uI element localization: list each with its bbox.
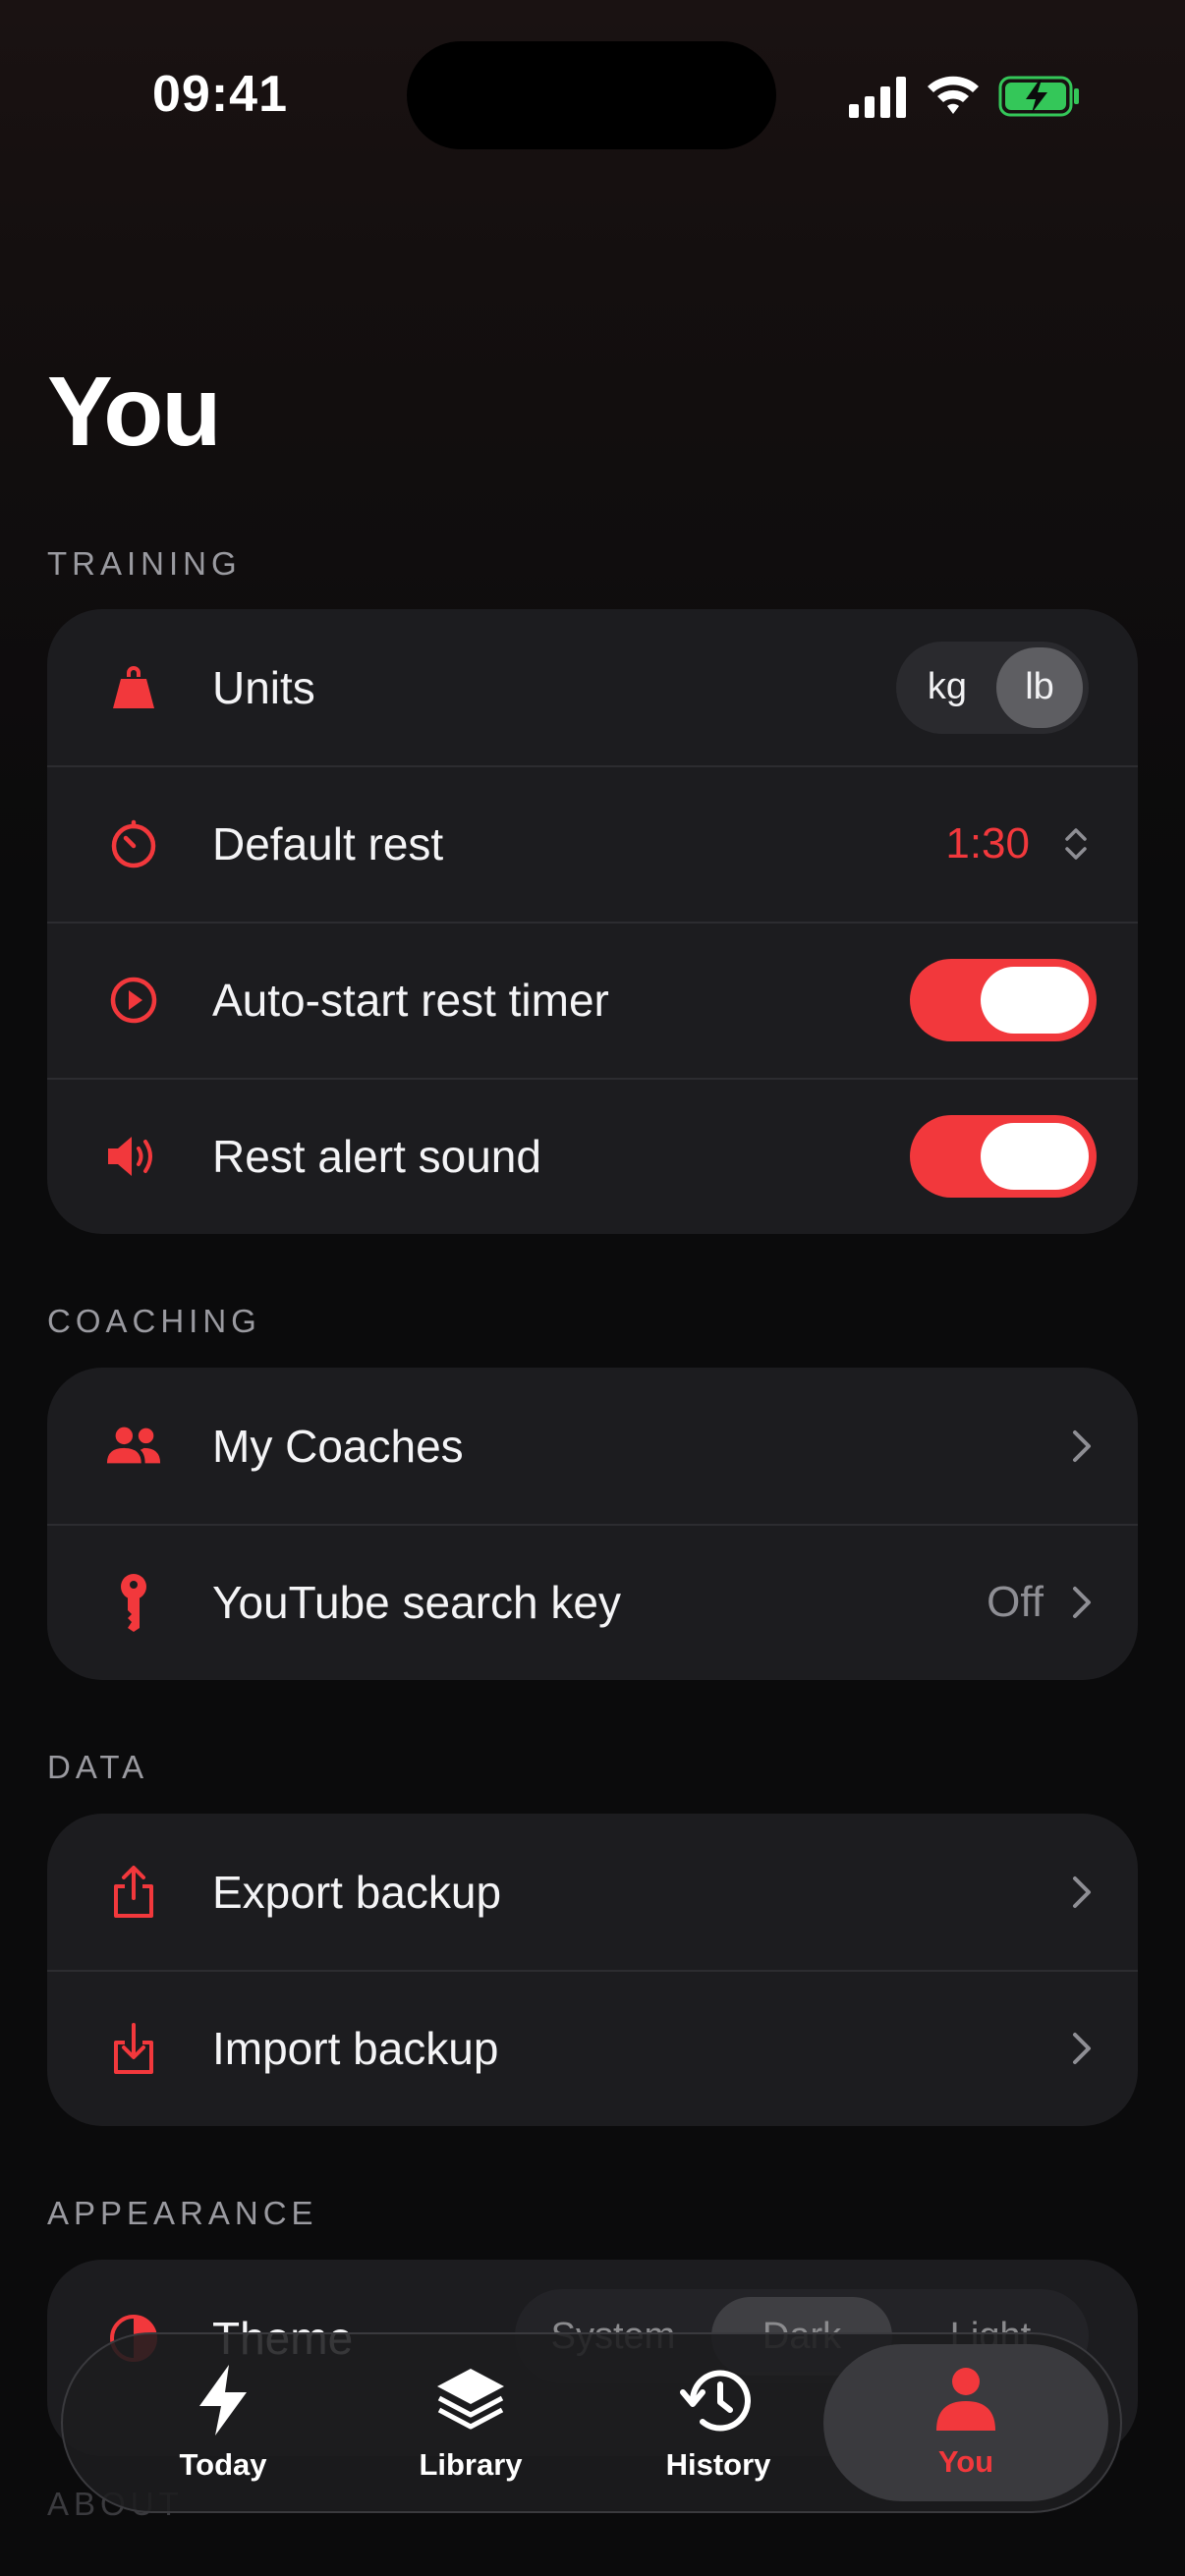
coaching-card: My Coaches YouTube search key Off (47, 1368, 1138, 1680)
youtube-key-row[interactable]: YouTube search key Off (47, 1524, 1138, 1680)
tab-bar: Today Library History You (61, 2332, 1122, 2513)
bolt-icon (199, 2365, 247, 2436)
default-rest-value[interactable]: 1:30 (945, 819, 1030, 868)
section-label-data: DATA (47, 1749, 149, 1785)
data-card: Export backup Import backup (47, 1814, 1138, 2126)
my-coaches-row[interactable]: My Coaches (47, 1368, 1138, 1524)
youtube-key-value: Off (987, 1577, 1044, 1626)
units-label: Units (212, 661, 315, 713)
battery-charging-icon (998, 76, 1079, 117)
page-title: You (47, 357, 221, 467)
status-time: 09:41 (152, 66, 288, 123)
tab-label: History (665, 2447, 771, 2482)
default-rest-label: Default rest (212, 817, 444, 869)
import-backup-label: Import backup (212, 2022, 499, 2074)
section-label-appearance: APPEARANCE (47, 2195, 318, 2231)
people-icon (104, 1417, 163, 1476)
dynamic-island (407, 41, 776, 149)
tab-you[interactable]: You (823, 2344, 1108, 2501)
units-segmented-control[interactable]: kg lb (896, 641, 1089, 734)
chevron-right-icon (1073, 2032, 1091, 2064)
play-circle-icon (104, 971, 163, 1030)
toggle-knob (981, 1122, 1089, 1190)
cellular-signal-icon (849, 77, 906, 118)
default-rest-row[interactable]: Default rest 1:30 (47, 765, 1138, 922)
units-option-kg[interactable]: kg (904, 647, 990, 728)
units-option-lb[interactable]: lb (996, 646, 1083, 728)
wifi-icon (928, 76, 979, 114)
tab-today[interactable]: Today (100, 2344, 346, 2501)
history-icon (680, 2370, 751, 2432)
chevron-right-icon (1073, 1876, 1091, 1908)
toggle-knob (981, 966, 1089, 1034)
training-card: Units kg lb Default rest 1:30 Auto-start… (47, 609, 1138, 1234)
tab-label: Today (179, 2447, 267, 2482)
export-backup-label: Export backup (212, 1866, 502, 1918)
export-backup-row[interactable]: Export backup (47, 1814, 1138, 1970)
auto-start-label: Auto-start rest timer (212, 974, 609, 1026)
auto-start-toggle[interactable] (910, 958, 1097, 1041)
section-label-training: TRAINING (47, 545, 242, 582)
rest-alert-row: Rest alert sound (47, 1078, 1138, 1234)
timer-icon (104, 814, 163, 873)
youtube-key-label: YouTube search key (212, 1576, 621, 1628)
layers-icon (437, 2369, 504, 2430)
units-row: Units kg lb (47, 609, 1138, 765)
chevron-right-icon (1073, 1586, 1091, 1618)
person-icon (936, 2368, 995, 2431)
chevron-right-icon (1073, 1429, 1091, 1462)
tab-label: Library (419, 2447, 523, 2482)
speaker-icon (104, 1127, 163, 1186)
auto-start-row: Auto-start rest timer (47, 922, 1138, 1078)
up-down-chevron-icon (1065, 827, 1087, 860)
status-bar: 09:41 (0, 0, 1185, 196)
download-import-icon (104, 2019, 163, 2078)
section-label-coaching: COACHING (47, 1303, 261, 1339)
rest-alert-toggle[interactable] (910, 1114, 1097, 1198)
import-backup-row[interactable]: Import backup (47, 1970, 1138, 2126)
my-coaches-label: My Coaches (212, 1420, 464, 1472)
tab-label: You (937, 2444, 994, 2479)
share-export-icon (104, 1863, 163, 1922)
tab-library[interactable]: Library (348, 2344, 593, 2501)
weight-icon (104, 658, 163, 717)
key-icon (104, 1573, 163, 1632)
rest-alert-label: Rest alert sound (212, 1130, 541, 1182)
tab-history[interactable]: History (595, 2344, 841, 2501)
